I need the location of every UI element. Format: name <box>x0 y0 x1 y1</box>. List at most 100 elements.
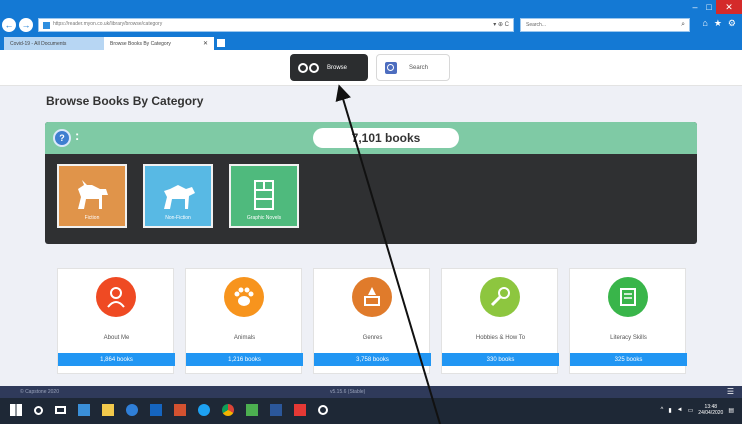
favorites-icon[interactable]: ★ <box>714 18 722 29</box>
category-name: Animals <box>233 335 256 341</box>
close-icon: ✕ <box>725 1 733 12</box>
app-footer: © Capstone 2020 v5.15.6 (Stable) ☰ <box>0 386 742 398</box>
close-button[interactable]: ✕ <box>716 0 742 14</box>
tab-browse-books[interactable]: Browse Books By Category ✕ <box>104 37 214 50</box>
tab-label: Covid-19 - All Documents <box>10 40 67 47</box>
literacy-icon <box>608 277 648 317</box>
category-book-count: 325 books <box>570 353 687 366</box>
acrobat-icon[interactable] <box>294 404 306 416</box>
page-title: Browse Books By Category <box>46 94 204 108</box>
mail-icon[interactable] <box>78 404 90 416</box>
minimize-button[interactable]: – <box>688 0 702 14</box>
system-tray: ^ ▮ ◄ ▭ 13:48 24/04/2020 ▤ <box>661 404 734 416</box>
category-card-about-me[interactable]: About Me 1,864 books <box>57 268 175 374</box>
address-text: https://reader.myon.co.uk/library/browse… <box>53 21 163 27</box>
footer-copyright: © Capstone 2020 <box>20 389 59 395</box>
comic-icon <box>254 180 274 210</box>
category-name: Literacy Skills <box>610 335 647 341</box>
genres-icon <box>352 277 392 317</box>
tray-arrow-icon[interactable]: ^ <box>661 407 664 413</box>
unicorn-icon <box>78 180 108 209</box>
category-panel: ? : 7,101 books Fiction Non-Fiction Grap… <box>45 122 697 244</box>
browser-search-box[interactable]: Search... ⌕ <box>520 18 690 32</box>
browse-button[interactable]: Browse <box>290 54 368 81</box>
address-bar[interactable]: https://reader.myon.co.uk/library/browse… <box>38 18 514 32</box>
clock-date: 24/04/2020 <box>698 410 724 416</box>
powerpoint-icon[interactable] <box>174 404 186 416</box>
category-card-literacy[interactable]: Literacy Skills 325 books <box>569 268 687 374</box>
category-name: Genres <box>362 335 383 341</box>
category-book-count: 3,758 books <box>314 353 431 366</box>
app-topbar: Browse Search <box>0 50 742 86</box>
category-tile-graphic-novels[interactable]: Graphic Novels <box>229 164 299 228</box>
category-cards: About Me 1,864 books Animals 1,216 books… <box>57 268 687 374</box>
search-label: Search <box>409 64 429 71</box>
network-icon[interactable]: ▮ <box>668 407 671 414</box>
top-category-tiles: Fiction Non-Fiction Graphic Novels <box>57 164 299 228</box>
hobbies-icon <box>480 277 520 317</box>
new-tab-button[interactable] <box>217 39 225 47</box>
magnifier-icon <box>385 61 397 74</box>
category-card-hobbies[interactable]: Hobbies & How To 330 books <box>441 268 559 374</box>
book-count-badge: 7,101 books <box>313 128 459 148</box>
paw-icon <box>224 277 264 317</box>
browser-toolbar-icons: ⌂ ★ ⚙ <box>702 18 736 29</box>
taskbar: ^ ▮ ◄ ▭ 13:48 24/04/2020 ▤ <box>0 398 742 424</box>
windows-start-icon[interactable] <box>10 404 22 416</box>
tile-label: Non-Fiction <box>165 215 191 221</box>
category-panel-header: ? : 7,101 books <box>45 122 697 154</box>
app-icon[interactable] <box>246 404 258 416</box>
tile-label: Graphic Novels <box>246 215 282 221</box>
ie-icon[interactable] <box>198 404 210 416</box>
edge-icon[interactable] <box>126 404 138 416</box>
notifications-icon[interactable]: ▤ <box>728 407 734 414</box>
tab-label: Browse Books By Category <box>110 40 171 47</box>
tab-covid-documents[interactable]: Covid-19 - All Documents <box>4 37 104 50</box>
outlook-icon[interactable] <box>150 404 162 416</box>
word-icon[interactable] <box>270 404 282 416</box>
window-controls: – □ ✕ <box>688 0 742 14</box>
browse-label: Browse <box>327 64 348 71</box>
volume-icon[interactable]: ◄ <box>677 407 683 413</box>
file-explorer-icon[interactable] <box>102 404 114 416</box>
maximize-button[interactable]: □ <box>702 0 716 14</box>
browser-search-placeholder: Search... <box>526 22 547 28</box>
search-icon[interactable]: ⌕ <box>681 21 685 29</box>
taskbar-apps <box>10 404 328 416</box>
search-button[interactable]: Search <box>376 54 450 81</box>
chrome-icon[interactable] <box>222 404 234 416</box>
category-book-count: 1,216 books <box>186 353 303 366</box>
nav-buttons: ← → <box>2 18 33 32</box>
home-icon[interactable]: ⌂ <box>702 18 707 29</box>
footer-version: v5.15.6 (Stable) <box>330 389 366 395</box>
category-card-genres[interactable]: Genres 3,758 books <box>313 268 431 374</box>
category-tile-fiction[interactable]: Fiction <box>57 164 127 228</box>
category-book-count: 1,864 books <box>58 353 175 366</box>
settings-icon[interactable]: ⚙ <box>728 18 736 29</box>
forward-button[interactable]: → <box>19 18 33 32</box>
task-view-icon[interactable] <box>55 406 66 414</box>
search-icon[interactable] <box>34 405 43 415</box>
site-favicon-icon <box>43 22 50 29</box>
category-card-animals[interactable]: Animals 1,216 books <box>185 268 303 374</box>
help-icon[interactable]: ? <box>53 129 71 147</box>
address-tools-icon[interactable]: ▾ ⊕ C <box>493 21 509 28</box>
system-clock[interactable]: 13:48 24/04/2020 <box>698 404 723 416</box>
menu-icon[interactable]: ☰ <box>727 387 734 396</box>
content: Browse Books By Category ? : 7,101 books… <box>0 86 742 386</box>
browser-chrome: – □ ✕ ← → https://reader.myon.co.uk/libr… <box>0 0 742 50</box>
tile-label: Fiction <box>84 215 100 221</box>
battery-icon[interactable]: ▭ <box>688 407 694 414</box>
category-book-count: 330 books <box>442 353 559 366</box>
tab-close-icon[interactable]: ✕ <box>203 40 208 47</box>
category-name: Hobbies & How To <box>475 335 526 341</box>
person-icon <box>96 277 136 317</box>
horse-icon <box>164 185 195 209</box>
glasses-icon <box>298 62 319 73</box>
category-tile-non-fiction[interactable]: Non-Fiction <box>143 164 213 228</box>
back-button[interactable]: ← <box>2 18 16 32</box>
tab-bar: Covid-19 - All Documents Browse Books By… <box>0 34 742 50</box>
settings-icon[interactable] <box>318 405 328 415</box>
category-name: About Me <box>103 335 130 341</box>
screen: – □ ✕ ← → https://reader.myon.co.uk/libr… <box>0 0 742 424</box>
